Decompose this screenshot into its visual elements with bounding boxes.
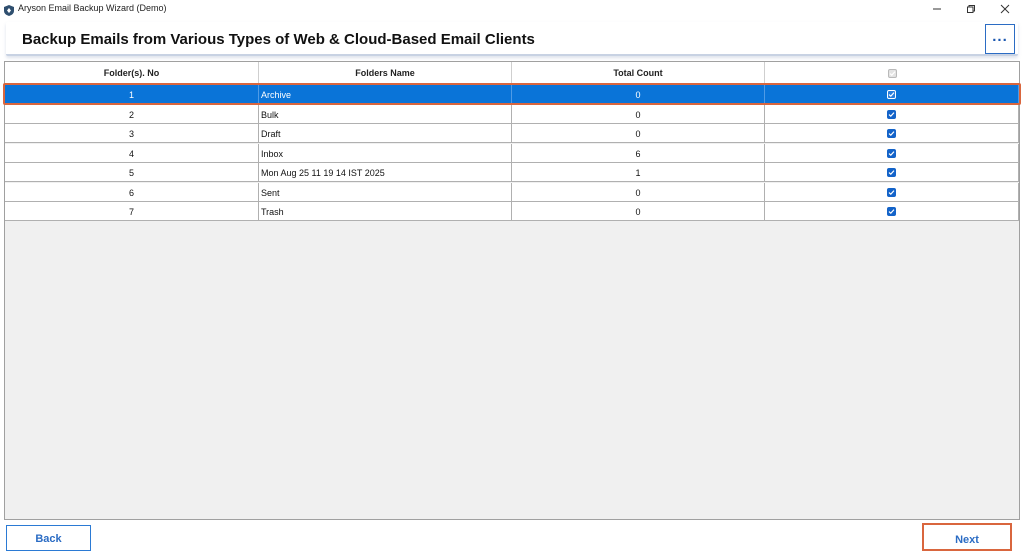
checkmark-icon [888, 131, 895, 137]
title-bar: Aryson Email Backup Wizard (Demo) [0, 0, 1024, 17]
folder-checkbox[interactable] [887, 207, 896, 216]
checkbox-cell [765, 124, 1019, 143]
folder-no-cell: 2 [5, 105, 259, 124]
total-count-cell: 0 [512, 183, 765, 202]
back-button[interactable]: Back [6, 525, 91, 551]
app-logo-icon [4, 3, 14, 16]
folders-table: Folder(s). No Folders Name Total Count 1… [4, 61, 1020, 520]
total-count-cell: 0 [512, 124, 765, 143]
column-header-folder-name[interactable]: Folders Name [259, 62, 512, 84]
checkmark-icon [888, 112, 895, 118]
column-header-total-count[interactable]: Total Count [512, 62, 765, 84]
table-row[interactable]: 4 Inbox 6 [5, 144, 1019, 163]
checkmark-icon [888, 92, 895, 98]
total-count-cell: 0 [512, 105, 765, 124]
table-row[interactable]: 7 Trash 0 [5, 202, 1019, 221]
table-row[interactable]: 5 Mon Aug 25 11 19 14 IST 2025 1 [5, 163, 1019, 182]
folder-no-cell: 5 [5, 163, 259, 182]
folder-name-cell: Sent [259, 183, 512, 202]
folder-checkbox[interactable] [887, 90, 896, 99]
column-header-folder-no[interactable]: Folder(s). No [5, 62, 259, 84]
folder-no-cell: 4 [5, 144, 259, 163]
folder-no-cell: 3 [5, 124, 259, 143]
folder-no-cell: 1 [5, 85, 259, 104]
folder-name-cell: Inbox [259, 144, 512, 163]
checkbox-cell [765, 85, 1019, 104]
checkbox-cell [765, 163, 1019, 182]
checkbox-cell [765, 183, 1019, 202]
folder-no-cell: 7 [5, 202, 259, 221]
table-row[interactable]: 3 Draft 0 [5, 124, 1019, 143]
folder-name-cell: Trash [259, 202, 512, 221]
minimize-button[interactable] [920, 0, 954, 17]
folder-name-cell: Bulk [259, 105, 512, 124]
total-count-cell: 0 [512, 202, 765, 221]
folder-name-cell: Archive [259, 85, 512, 104]
folder-checkbox[interactable] [887, 168, 896, 177]
folder-checkbox[interactable] [887, 129, 896, 138]
total-count-cell: 0 [512, 85, 765, 104]
window-title: Aryson Email Backup Wizard (Demo) [18, 3, 167, 13]
next-button[interactable]: Next [922, 523, 1012, 551]
page-header: Backup Emails from Various Types of Web … [6, 22, 1018, 56]
checkbox-cell [765, 144, 1019, 163]
folder-checkbox[interactable] [887, 188, 896, 197]
restore-button[interactable] [954, 0, 988, 17]
folder-checkbox[interactable] [887, 149, 896, 158]
table-row[interactable]: 6 Sent 0 [5, 183, 1019, 202]
close-icon [1000, 4, 1010, 13]
table-header: Folder(s). No Folders Name Total Count [5, 62, 1019, 84]
folder-checkbox[interactable] [887, 110, 896, 119]
checkbox-cell [765, 202, 1019, 221]
restore-icon [967, 4, 975, 13]
total-count-cell: 6 [512, 144, 765, 163]
checkmark-icon [889, 70, 895, 76]
select-all-checkbox[interactable] [887, 68, 897, 78]
checkmark-icon [888, 209, 895, 215]
column-header-select-all[interactable] [765, 62, 1019, 84]
checkbox-cell [765, 105, 1019, 124]
page-title: Backup Emails from Various Types of Web … [22, 31, 535, 48]
close-button[interactable] [988, 0, 1022, 17]
more-options-button[interactable]: ... [985, 24, 1015, 54]
table-row[interactable]: 2 Bulk 0 [5, 105, 1019, 124]
checkmark-icon [888, 170, 895, 176]
minimize-icon [933, 8, 941, 9]
checkmark-icon [888, 190, 895, 196]
table-row[interactable]: 1 Archive 0 [5, 85, 1019, 104]
folder-no-cell: 6 [5, 183, 259, 202]
folder-name-cell: Mon Aug 25 11 19 14 IST 2025 [259, 163, 512, 182]
checkmark-icon [888, 151, 895, 157]
folder-name-cell: Draft [259, 124, 512, 143]
total-count-cell: 1 [512, 163, 765, 182]
